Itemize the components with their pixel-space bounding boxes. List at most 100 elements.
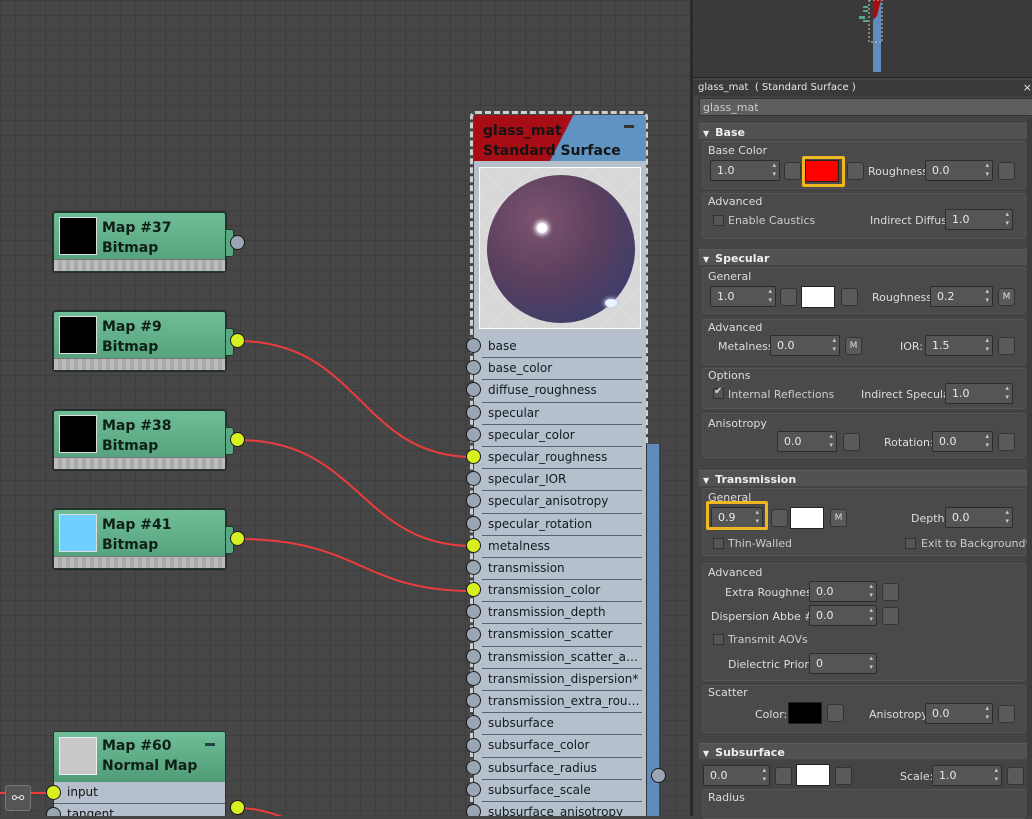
scatter-color-swatch[interactable]: [788, 702, 822, 724]
group-subsurface-radius: [702, 789, 1026, 819]
transmission-weight-map-button[interactable]: [771, 509, 788, 527]
input-socket[interactable]: [466, 449, 481, 464]
input-socket[interactable]: [466, 404, 481, 420]
input-socket[interactable]: [466, 759, 481, 775]
subsurface-weight-map-button[interactable]: [775, 767, 792, 785]
internal-reflections-checkbox[interactable]: [713, 386, 724, 399]
minimize-icon[interactable]: [624, 125, 634, 128]
anisotropy-map-button[interactable]: [843, 433, 860, 451]
metalness-map-button[interactable]: M: [845, 337, 862, 355]
ior-label: IOR:: [900, 340, 923, 353]
thin-walled-checkbox[interactable]: [713, 538, 724, 549]
navigator-thumbnail: [859, 0, 883, 72]
port-label: transmission: [488, 560, 565, 575]
subsurface-color-map-button[interactable]: [835, 767, 852, 785]
depth-spinner[interactable]: 0.0: [945, 507, 1013, 528]
base-weight-spinner[interactable]: 1.0: [710, 160, 780, 181]
panel-scrollbar[interactable]: [1027, 118, 1032, 816]
material-output-bar: [646, 444, 659, 816]
ior-spinner[interactable]: 1.5: [925, 335, 993, 356]
exit-to-background-checkbox[interactable]: [905, 538, 916, 549]
input-socket[interactable]: [466, 515, 481, 531]
binoculars-icon[interactable]: ⚯: [5, 785, 31, 811]
map-node-type: Bitmap: [102, 339, 159, 355]
metalness-spinner[interactable]: 0.0: [770, 335, 840, 356]
specular-weight-spinner[interactable]: 1.0: [710, 286, 776, 307]
input-socket[interactable]: [466, 537, 481, 553]
specular-advanced-label: Advanced: [708, 321, 763, 334]
specular-color-swatch[interactable]: [801, 286, 835, 308]
scatter-anisotropy-spinner[interactable]: 0.0: [925, 703, 993, 724]
transmission-color-map-button[interactable]: M: [830, 509, 847, 527]
material-node-header[interactable]: glass_mat Standard Surface: [474, 115, 646, 161]
transmission-color-swatch[interactable]: [790, 507, 824, 529]
port-row: specular_color: [482, 425, 642, 447]
section-specular[interactable]: ▼ Specular: [699, 249, 1029, 265]
input-socket[interactable]: [466, 560, 481, 575]
specular-roughness-map-button[interactable]: M: [998, 288, 1015, 306]
specular-weight-map-button[interactable]: [780, 288, 797, 306]
port-row: subsurface_anisotropy: [482, 802, 642, 816]
normal-map-node[interactable]: Map #60 Normal Map input tangent: [53, 731, 226, 816]
normal-map-input-socket[interactable]: [46, 785, 61, 800]
input-socket[interactable]: [466, 626, 481, 642]
map-node-38[interactable]: Map #38 Bitmap: [53, 410, 234, 470]
map-node-37[interactable]: Map #37 Bitmap: [53, 212, 234, 272]
dispersion-spinner[interactable]: 0.0: [809, 605, 877, 626]
port-label: transmission_color: [488, 583, 601, 598]
input-socket[interactable]: [466, 648, 481, 664]
close-icon[interactable]: ×: [1023, 81, 1032, 94]
port-row: subsurface: [482, 713, 642, 736]
anisotropy-spinner[interactable]: 0.0: [777, 431, 837, 452]
rotation-spinner[interactable]: 0.0: [932, 431, 993, 452]
base-roughness-spinner[interactable]: 0.0: [925, 160, 993, 181]
input-socket[interactable]: [466, 804, 481, 816]
normal-map-output-socket[interactable]: [230, 800, 245, 815]
input-socket[interactable]: [466, 782, 481, 797]
base-advanced-label: Advanced: [708, 195, 763, 208]
input-socket[interactable]: [466, 737, 481, 753]
normal-map-tangent-socket[interactable]: [46, 807, 61, 816]
node-editor-canvas[interactable]: Map #37 Bitmap Map #9 Bitmap Map #38 Bitmap…: [0, 0, 690, 816]
map-37-output-socket[interactable]: [230, 235, 245, 250]
rotation-map-button[interactable]: [998, 433, 1015, 451]
map-node-41[interactable]: Map #41 Bitmap: [53, 509, 234, 569]
map-9-output-socket[interactable]: [230, 333, 245, 348]
material-output-socket[interactable]: [651, 768, 666, 783]
base-weight-map-button[interactable]: [784, 162, 801, 180]
map-41-output-socket[interactable]: [230, 531, 245, 546]
dispersion-map-button[interactable]: [882, 607, 899, 625]
scatter-color-label: Color:: [755, 708, 788, 721]
input-socket[interactable]: [466, 671, 481, 686]
section-transmission[interactable]: ▼ Transmission: [699, 470, 1029, 486]
section-base[interactable]: ▼ Base: [699, 123, 1029, 139]
transmission-advanced-label: Advanced: [708, 566, 763, 579]
extra-roughness-spinner[interactable]: 0.0: [809, 581, 877, 602]
indirect-diffuse-spinner[interactable]: 1.0: [945, 209, 1013, 230]
subsurface-weight-spinner[interactable]: 0.0: [703, 765, 770, 786]
map-node-9[interactable]: Map #9 Bitmap: [53, 311, 234, 371]
enable-caustics-checkbox[interactable]: [713, 215, 724, 226]
transmit-aovs-checkbox[interactable]: [713, 634, 724, 645]
map-node-type: Bitmap: [102, 537, 159, 553]
section-subsurface[interactable]: ▼ Subsurface: [699, 743, 1029, 759]
material-name-field[interactable]: glass_mat: [699, 98, 1032, 116]
indirect-specular-spinner[interactable]: 1.0: [945, 383, 1013, 404]
scatter-anisotropy-map-button[interactable]: [998, 705, 1015, 723]
navigator-view[interactable]: [693, 0, 1032, 78]
map-38-output-socket[interactable]: [230, 432, 245, 447]
input-socket[interactable]: [466, 426, 481, 442]
subsurface-scale-spinner[interactable]: 1.0: [932, 765, 1002, 786]
specular-color-map-button[interactable]: [841, 288, 858, 306]
subsurface-scale-map-button[interactable]: [1007, 767, 1024, 785]
scatter-color-map-button[interactable]: [827, 704, 844, 722]
extra-roughness-map-button[interactable]: [882, 583, 899, 601]
input-socket[interactable]: [466, 338, 481, 353]
ior-map-button[interactable]: [998, 337, 1015, 355]
specular-roughness-spinner[interactable]: 0.2: [930, 286, 993, 307]
subsurface-color-swatch[interactable]: [796, 764, 830, 786]
base-color-map-button[interactable]: [847, 162, 864, 180]
minimize-icon[interactable]: [205, 743, 215, 746]
base-roughness-map-button[interactable]: [998, 162, 1015, 180]
dielectric-priority-spinner[interactable]: 0: [809, 653, 877, 674]
